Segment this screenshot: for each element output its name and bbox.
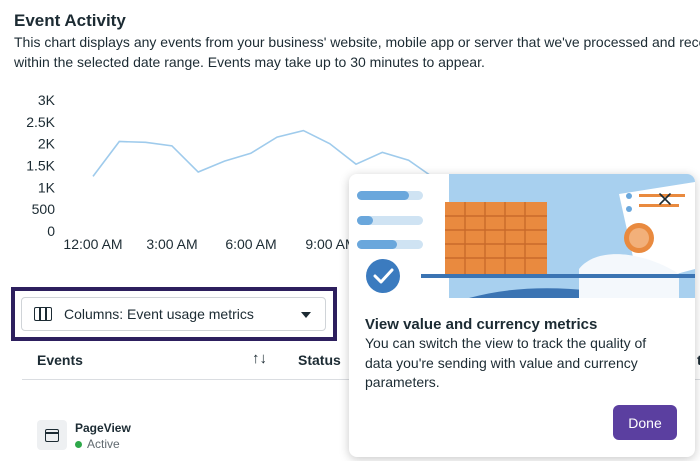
column-header-events: Events [37, 352, 83, 368]
sort-icon[interactable]: ↑↓ [252, 350, 267, 367]
x-tick-label: 3:00 AM [146, 236, 197, 252]
feature-tip-popover: View value and currency metrics You can … [349, 174, 695, 457]
x-tick-label: 6:00 AM [225, 236, 276, 252]
done-button[interactable]: Done [613, 405, 677, 440]
description-line-1: This chart displays any events from your… [14, 34, 700, 50]
series-line [92, 129, 436, 180]
event-status: Active [75, 437, 120, 451]
browser-window-icon [37, 420, 67, 450]
columns-icon [34, 307, 52, 321]
event-status-label: Active [87, 437, 120, 451]
y-tick-label: 3K [38, 92, 56, 108]
column-header-status: Status [298, 352, 341, 368]
columns-dropdown-label: Columns: Event usage metrics [64, 306, 254, 322]
event-name: PageView [75, 421, 131, 435]
description-line-2: within the selected date range. Events m… [14, 54, 485, 70]
table-row[interactable]: PageView Active [37, 418, 337, 452]
y-tick-label: 1K [38, 179, 56, 195]
y-tick-label: 500 [32, 201, 56, 217]
metrics-illustration [349, 174, 695, 298]
y-tick-label: 0 [47, 223, 55, 239]
page-description: This chart displays any events from your… [14, 32, 700, 72]
y-tick-label: 2K [38, 136, 56, 152]
popover-title: View value and currency metrics [365, 316, 598, 333]
popover-body: You can switch the view to track the qua… [365, 335, 647, 390]
caret-down-icon [301, 312, 311, 318]
x-tick-label: 12:00 AM [63, 236, 122, 252]
columns-dropdown[interactable]: Columns: Event usage metrics [21, 297, 326, 331]
active-status-dot [75, 440, 82, 448]
close-icon[interactable] [657, 191, 673, 207]
page-title: Event Activity [14, 11, 126, 30]
y-tick-label: 1.5K [26, 158, 55, 174]
y-tick-label: 2.5K [26, 114, 55, 130]
columns-dropdown-highlight: Columns: Event usage metrics [11, 287, 337, 341]
